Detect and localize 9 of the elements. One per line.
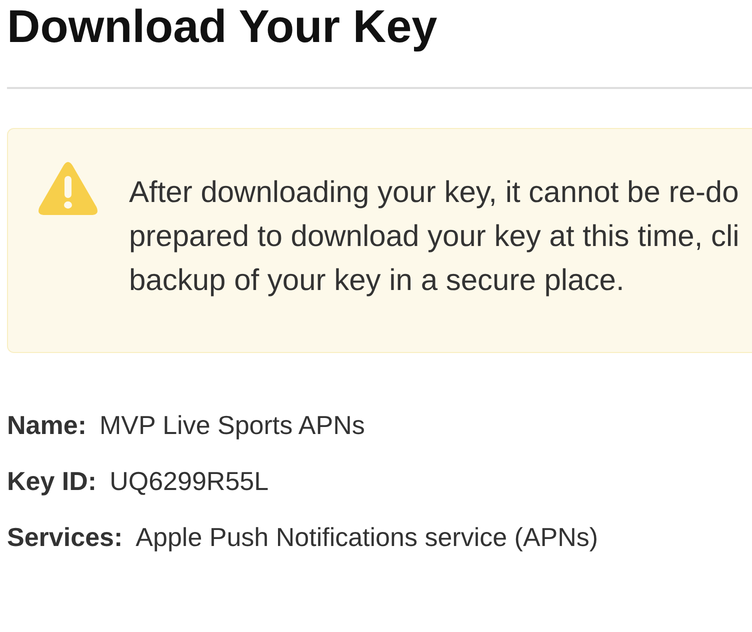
detail-value: MVP Live Sports APNs	[99, 408, 365, 442]
detail-value: UQ6299R55L	[110, 464, 269, 498]
detail-value: Apple Push Notifications service (APNs)	[136, 520, 598, 554]
detail-label: Services:	[7, 520, 123, 554]
detail-label: Name:	[7, 408, 86, 442]
detail-label: Key ID:	[7, 464, 97, 498]
warning-icon	[38, 162, 98, 215]
page-title: Download Your Key	[7, 0, 438, 53]
warning-message: After downloading your key, it cannot be re-do prepared to download your key at this time, cli backup of your key in a secure place.	[129, 175, 740, 300]
